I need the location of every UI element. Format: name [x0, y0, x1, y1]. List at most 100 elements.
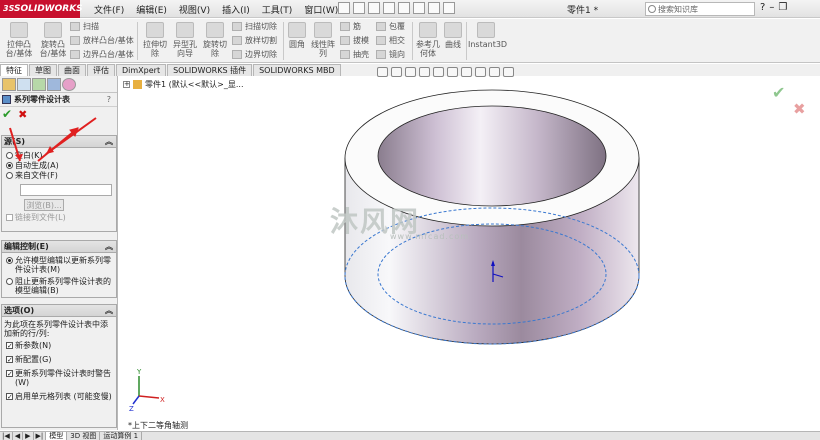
- new-configs-checkbox[interactable]: ✓ 新配置(G): [6, 355, 116, 364]
- menu-file[interactable]: 文件(F): [88, 3, 130, 16]
- confirm-corner-ok-icon[interactable]: ✔: [772, 83, 785, 102]
- tab-addins[interactable]: SOLIDWORKS 插件: [167, 64, 253, 76]
- mirror-icon: [376, 50, 386, 59]
- zoom-area-icon[interactable]: [391, 67, 402, 77]
- new-icon[interactable]: [338, 2, 350, 14]
- save-icon[interactable]: [368, 2, 380, 14]
- revolve-boss-button[interactable]: 旋转凸 台/基体: [36, 22, 70, 58]
- checkbox-checked-icon: ✓: [6, 393, 13, 401]
- shell-button[interactable]: 抽壳: [340, 49, 369, 60]
- view-orientation-label: *上下二等角轴测: [128, 421, 188, 430]
- apply-scene-icon[interactable]: [489, 67, 500, 77]
- checkbox-checked-icon: ✓: [6, 356, 13, 364]
- swept-cut-icon: [232, 22, 242, 31]
- search-input[interactable]: 搜索知识库: [645, 2, 755, 16]
- linear-pattern-button[interactable]: 线性阵 列: [308, 22, 338, 58]
- intersect-button[interactable]: 相交: [376, 35, 405, 46]
- solidworks-logo[interactable]: 3S SOLIDWORKS: [0, 0, 83, 18]
- instant3d-button[interactable]: Instant3D: [468, 22, 507, 49]
- mirror-button[interactable]: 镜向: [376, 49, 405, 60]
- update-warn-checkbox[interactable]: ✓ 更新系列零件设计表时警告(W): [6, 369, 116, 387]
- svg-text:X: X: [160, 396, 165, 404]
- tab-features[interactable]: 特征: [0, 64, 28, 76]
- display-style-icon[interactable]: [447, 67, 458, 77]
- menu-view[interactable]: 视图(V): [173, 3, 216, 16]
- new-parameters-checkbox[interactable]: ✓ 新参数(N): [6, 341, 116, 350]
- previous-view-icon[interactable]: [405, 67, 416, 77]
- options-icon[interactable]: [443, 2, 455, 14]
- collapse-icon[interactable]: ︽: [105, 305, 113, 317]
- sweep-button[interactable]: 扫描: [70, 21, 99, 32]
- browse-button[interactable]: 浏览(B)...: [24, 199, 64, 211]
- toolbar-separator: [283, 22, 284, 60]
- allow-edit-option[interactable]: 允许模型编辑以更新系列零件设计表(M): [6, 256, 116, 274]
- last-tab-arrow-icon[interactable]: ▶|: [34, 432, 47, 440]
- wrap-button[interactable]: 包覆: [376, 21, 405, 32]
- graphics-area[interactable]: + 零件1 (默认<<默认>_显... Y X Z: [119, 76, 820, 430]
- rib-button[interactable]: 筋: [340, 21, 361, 32]
- select-icon[interactable]: [413, 2, 425, 14]
- confirm-corner-cancel-icon[interactable]: ✖: [793, 100, 806, 118]
- tab-3d-views[interactable]: 3D 视图: [67, 432, 101, 440]
- annotation-arrows: [9, 117, 97, 162]
- loft-boss-button[interactable]: 放样凸台/基体: [70, 35, 134, 46]
- menu-edit[interactable]: 编辑(E): [130, 3, 173, 16]
- block-edit-option[interactable]: 阻止更新系列零件设计表的模型编辑(B): [6, 277, 116, 295]
- swept-cut-button[interactable]: 扫描切除: [232, 21, 277, 32]
- edit-appearance-icon[interactable]: [475, 67, 486, 77]
- draft-button[interactable]: 拔模: [340, 35, 369, 46]
- link-to-file-checkbox[interactable]: 链接到文件(L): [6, 213, 116, 222]
- hide-show-icon[interactable]: [461, 67, 472, 77]
- curves-button[interactable]: 曲线: [442, 22, 464, 49]
- tab-mbd[interactable]: SOLIDWORKS MBD: [253, 64, 341, 76]
- help-icon[interactable]: ?: [760, 2, 765, 13]
- hole-wizard-icon: [176, 22, 194, 38]
- reference-geometry-icon: [419, 22, 437, 38]
- view-orientation-icon[interactable]: [433, 67, 444, 77]
- lofted-cut-button[interactable]: 放样切割: [232, 35, 277, 46]
- fillet-button[interactable]: 圆角: [286, 22, 308, 49]
- tab-dimxpert[interactable]: DimXpert: [116, 64, 167, 76]
- boundary-boss-button[interactable]: 边界凸台/基体: [70, 49, 134, 60]
- revolve-cut-button[interactable]: 旋转切 除: [200, 22, 230, 58]
- options-group-header[interactable]: 选项(O) ︽: [2, 305, 116, 317]
- undo-icon[interactable]: [398, 2, 410, 14]
- bottom-tabs: |◀ ◀ ▶ ▶| 模型 3D 视图 运动算例 1: [0, 431, 820, 440]
- tab-motion-study[interactable]: 运动算例 1: [100, 432, 143, 440]
- edit-control-group-header[interactable]: 编辑控制(E) ︽: [2, 241, 116, 253]
- reference-geometry-button[interactable]: 参考几 何体: [414, 22, 442, 58]
- minimize-icon[interactable]: –: [769, 2, 774, 13]
- cell-dropdown-checkbox[interactable]: ✓ 启用单元格列表 (可能变慢): [6, 392, 116, 401]
- cylinder-bore: [377, 105, 607, 207]
- sweep-icon: [70, 22, 80, 31]
- extrude-cut-button[interactable]: 拉伸切 除: [140, 22, 170, 58]
- tab-surfaces[interactable]: 曲面: [58, 64, 86, 76]
- zoom-fit-icon[interactable]: [377, 67, 388, 77]
- draft-icon: [340, 36, 350, 45]
- restore-icon[interactable]: ❐: [778, 2, 787, 13]
- tab-evaluate[interactable]: 评估: [87, 64, 115, 76]
- fillet-icon: [288, 22, 306, 38]
- open-icon[interactable]: [353, 2, 365, 14]
- search-icon: [648, 5, 656, 13]
- menu-insert[interactable]: 插入(I): [216, 3, 256, 16]
- hole-wizard-button[interactable]: 异型孔 向导: [170, 22, 200, 58]
- window-controls: ? – ❐: [760, 2, 787, 13]
- tab-sketch[interactable]: 草图: [29, 64, 57, 76]
- rebuild-icon[interactable]: [428, 2, 440, 14]
- svg-text:Y: Y: [136, 368, 142, 376]
- section-view-icon[interactable]: [419, 67, 430, 77]
- next-tab-arrow-icon[interactable]: ▶: [23, 432, 34, 440]
- view-settings-icon[interactable]: [503, 67, 514, 77]
- wrap-icon: [376, 22, 386, 31]
- tab-model[interactable]: 模型: [46, 432, 68, 440]
- boundary-cut-button[interactable]: 边界切除: [232, 49, 277, 60]
- menu-tools[interactable]: 工具(T): [256, 3, 299, 16]
- extrude-boss-button[interactable]: 拉伸凸 台/基体: [2, 22, 36, 58]
- prev-tab-arrow-icon[interactable]: ◀: [13, 432, 24, 440]
- first-tab-arrow-icon[interactable]: |◀: [0, 432, 13, 440]
- collapse-icon[interactable]: ︽: [105, 241, 113, 253]
- toolbar-separator: [466, 22, 467, 60]
- print-icon[interactable]: [383, 2, 395, 14]
- lofted-cut-icon: [232, 36, 242, 45]
